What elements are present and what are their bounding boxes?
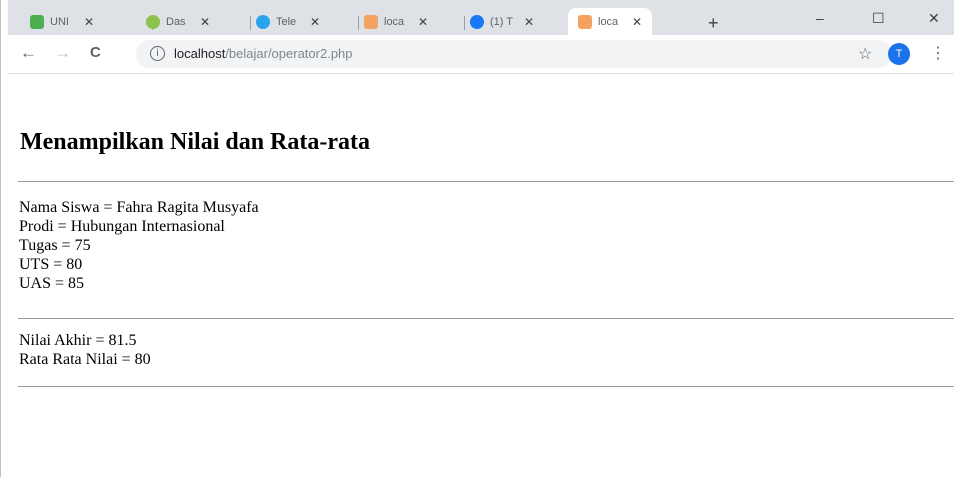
tab-1-close-icon[interactable]: ✕	[84, 15, 94, 29]
url-text[interactable]: localhost/belajar/operator2.php	[174, 46, 353, 61]
student-name-line: Nama Siswa = Fahra Ragita Musyafa	[19, 199, 259, 216]
uas-line: UAS = 85	[19, 275, 85, 292]
minimize-button[interactable]: –	[816, 10, 824, 26]
divider	[18, 318, 954, 319]
tab-1[interactable]: UNI ✕	[30, 8, 94, 35]
page-heading: Menampilkan Nilai dan Rata-rata	[20, 129, 371, 155]
tab-6-title: loca	[598, 15, 619, 28]
forward-arrow-icon[interactable]: →	[54, 43, 71, 63]
tab-5-favicon-icon	[470, 14, 484, 29]
tab-5[interactable]: (1) T ✕	[470, 8, 534, 35]
tab-3[interactable]: Tele ✕	[256, 8, 320, 35]
url-path: /belajar/operator2.php	[225, 46, 353, 61]
divider	[18, 386, 954, 387]
tab-2-favicon-icon	[146, 14, 160, 29]
tab-4-close-icon[interactable]: ✕	[418, 15, 428, 29]
address-bar[interactable]: i localhost/belajar/operator2.php ☆	[136, 40, 892, 68]
divider	[18, 181, 954, 182]
window-left-border	[0, 0, 1, 477]
nilai-akhir-line: Nilai Akhir = 81.5	[19, 332, 137, 349]
uts-line: UTS = 80	[19, 256, 83, 273]
bookmark-star-icon[interactable]: ☆	[858, 44, 872, 64]
tab-1-favicon-icon	[30, 14, 44, 29]
browser-toolbar: ← → C i localhost/belajar/operator2.php …	[8, 35, 954, 74]
tab-4[interactable]: loca ✕	[364, 8, 428, 35]
tab-3-title: Tele	[276, 15, 297, 28]
student-prodi-line: Prodi = Hubungan Internasional	[19, 218, 225, 235]
page-content: Menampilkan Nilai dan Rata-rata Nama Sis…	[8, 74, 954, 477]
rata-rata-line: Rata Rata Nilai = 80	[19, 351, 151, 368]
url-host: localhost	[174, 46, 226, 61]
tab-strip: UNI ✕ Das ✕ Tele ✕ loca ✕ (1) T ✕ loca ✕…	[8, 0, 954, 35]
menu-kebab-icon[interactable]: ⋮	[930, 43, 946, 63]
result-info: Nilai Akhir = 81.5 Rata Rata Nilai = 80	[19, 331, 151, 369]
tab-separator	[358, 16, 359, 30]
tab-2-close-icon[interactable]: ✕	[200, 15, 210, 29]
tab-6-favicon-icon	[578, 14, 592, 29]
maximize-button[interactable]: ☐	[872, 10, 885, 27]
tab-4-title: loca	[384, 15, 405, 28]
profile-avatar[interactable]: T	[888, 43, 910, 65]
tab-6-active[interactable]: loca ✕	[568, 8, 653, 35]
back-arrow-icon[interactable]: ←	[20, 43, 37, 63]
reload-icon[interactable]: C	[90, 43, 101, 63]
tab-6-close-icon[interactable]: ✕	[632, 15, 642, 29]
tab-separator	[464, 16, 465, 30]
tab-3-close-icon[interactable]: ✕	[310, 15, 320, 29]
tab-5-close-icon[interactable]: ✕	[524, 15, 534, 29]
info-icon[interactable]: i	[150, 46, 165, 61]
close-window-button[interactable]: ✕	[928, 10, 940, 27]
tab-separator	[250, 16, 251, 30]
tugas-line: Tugas = 75	[19, 237, 91, 254]
tab-2-title: Das	[166, 15, 186, 28]
student-info: Nama Siswa = Fahra Ragita Musyafa Prodi …	[19, 198, 259, 293]
browser-window: UNI ✕ Das ✕ Tele ✕ loca ✕ (1) T ✕ loca ✕…	[8, 0, 954, 477]
tab-5-title: (1) T	[490, 15, 514, 28]
new-tab-button[interactable]: +	[708, 14, 719, 32]
tab-1-title: UNI	[50, 15, 69, 28]
tab-2[interactable]: Das ✕	[146, 8, 210, 35]
tab-4-favicon-icon	[364, 14, 378, 29]
tab-3-favicon-icon	[256, 14, 270, 29]
